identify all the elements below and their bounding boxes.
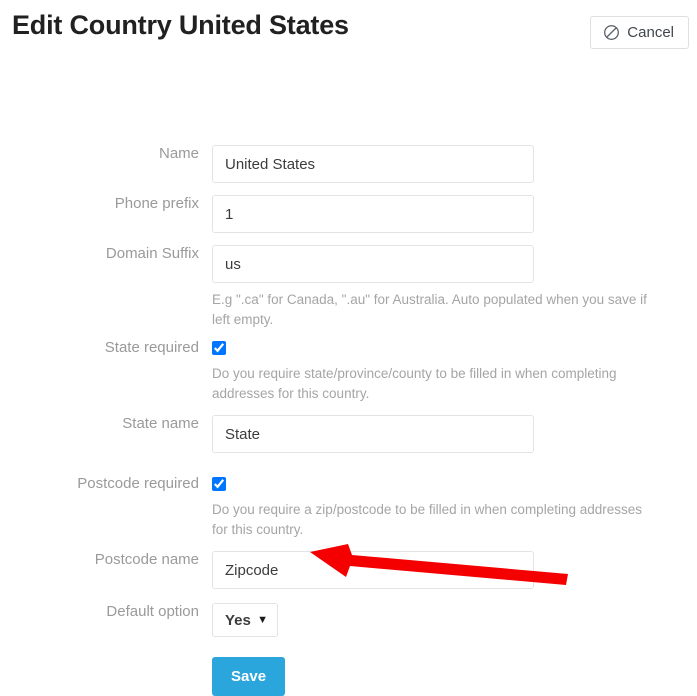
state-name-input[interactable] xyxy=(212,415,534,453)
label-state-name: State name xyxy=(122,415,199,432)
postcode-required-checkbox[interactable] xyxy=(212,476,226,491)
field-row-phone-prefix: Phone prefix xyxy=(0,195,697,233)
domain-suffix-input[interactable] xyxy=(212,245,534,283)
label-state-required: State required xyxy=(104,339,199,356)
domain-suffix-help-text: E.g ".ca" for Canada, ".au" for Australi… xyxy=(212,292,647,327)
postcode-name-input[interactable] xyxy=(212,551,534,589)
field-row-state-name: State name xyxy=(0,415,697,453)
label-domain-suffix: Domain Suffix xyxy=(105,245,199,262)
default-option-select-wrap: Yes No ▼ xyxy=(212,603,278,637)
page-header: Edit Country United States Cancel xyxy=(0,0,697,62)
label-postcode-name: Postcode name xyxy=(94,551,199,568)
page-title: Edit Country United States xyxy=(12,10,349,40)
label-default-option: Default option xyxy=(106,603,199,620)
field-row-name: Name xyxy=(0,145,697,183)
phone-prefix-input[interactable] xyxy=(212,195,534,233)
ban-icon xyxy=(603,24,620,41)
field-row-state-required: State required Do you require state/prov… xyxy=(0,339,697,403)
default-option-select[interactable]: Yes No xyxy=(212,603,278,637)
save-button[interactable]: Save xyxy=(212,657,286,696)
cancel-button[interactable]: Cancel xyxy=(590,16,689,49)
name-input[interactable] xyxy=(212,145,534,183)
cancel-button-label: Cancel xyxy=(627,24,674,41)
field-row-save: Save xyxy=(0,657,697,696)
label-postcode-required: Postcode required xyxy=(77,475,199,492)
state-required-checkbox[interactable] xyxy=(212,340,226,355)
postcode-required-help-text: Do you require a zip/postcode to be fill… xyxy=(212,502,643,537)
field-row-default-option: Default option Yes No ▼ xyxy=(0,603,697,637)
field-row-postcode-required: Postcode required Do you require a zip/p… xyxy=(0,475,697,539)
field-row-postcode-name: Postcode name xyxy=(0,551,697,589)
state-required-help-text: Do you require state/province/county to … xyxy=(212,366,617,401)
label-name: Name xyxy=(158,145,199,162)
label-phone-prefix: Phone prefix xyxy=(114,195,199,212)
field-row-domain-suffix: Domain Suffix E.g ".ca" for Canada, ".au… xyxy=(0,245,697,329)
